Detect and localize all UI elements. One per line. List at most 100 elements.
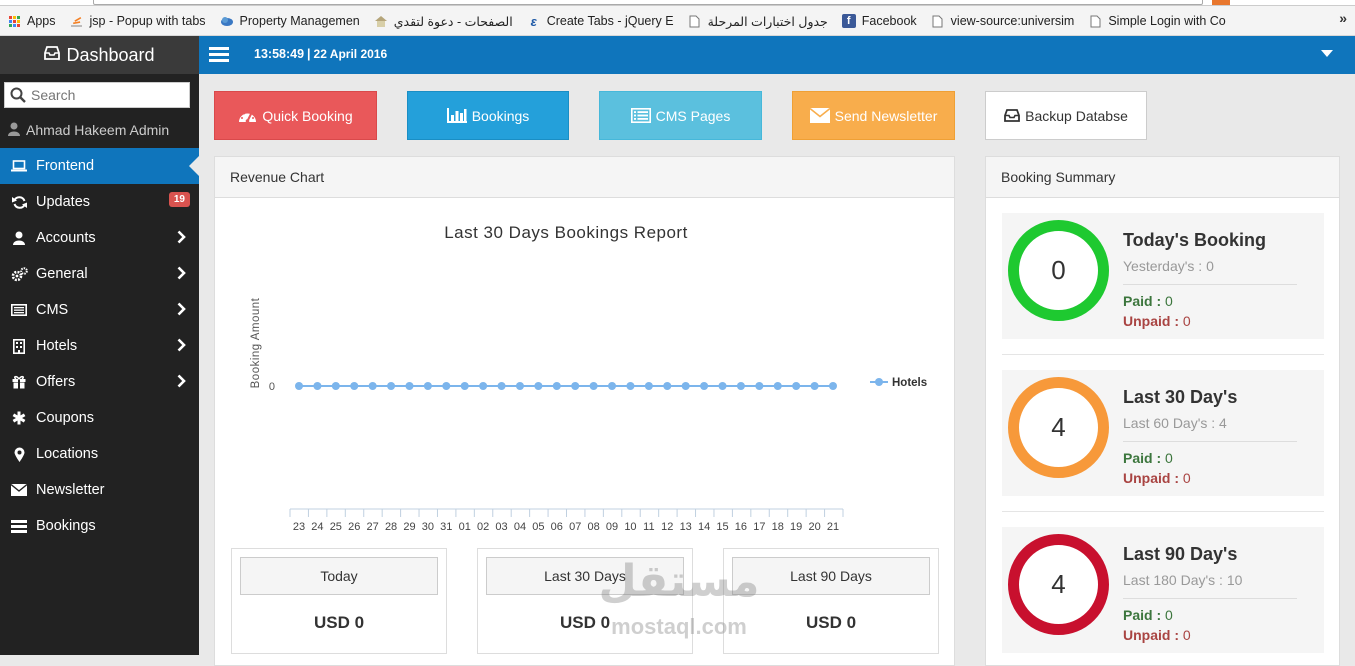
data-point: [350, 382, 359, 390]
bookmark-create-tabs[interactable]: ε Create Tabs - jQuery E: [527, 13, 674, 29]
x-tick-label: 20: [808, 521, 820, 533]
asterisk-icon: [10, 411, 28, 425]
send-newsletter-label: Send Newsletter: [834, 107, 938, 124]
bookings-label: Bookings: [471, 107, 530, 124]
current-date: 22 April 2016: [313, 47, 388, 61]
bookmark-apps[interactable]: Apps: [7, 14, 56, 28]
sidebar-item-coupons[interactable]: Coupons: [0, 400, 199, 436]
bookmark-arabic-invite[interactable]: الصفحات - دعوة لتقدي: [374, 14, 513, 29]
revenue-panel-title: Revenue Chart: [215, 157, 954, 198]
data-point: [460, 382, 469, 390]
hamburger-menu-icon[interactable]: [209, 47, 229, 68]
sidebar-item-label: Frontend: [36, 158, 95, 174]
brand-title: Dashboard: [66, 44, 155, 65]
summary-separator: [1002, 354, 1324, 355]
data-point: [589, 382, 598, 390]
search-input[interactable]: [31, 87, 181, 103]
sidebar-item-label: Coupons: [36, 410, 95, 426]
x-tick-label: 11: [643, 521, 654, 533]
data-point: [423, 382, 432, 390]
bookmark-property-management[interactable]: Property Managemen: [220, 14, 360, 28]
x-tick-label: 14: [698, 521, 710, 533]
stackoverflow-icon: [70, 14, 84, 28]
unpaid-row: Unpaid : 0: [1123, 470, 1191, 486]
list-alt-icon: [630, 108, 651, 123]
top-navbar: 13:58:49 | 22 April 2016: [199, 36, 1355, 74]
quick-booking-button[interactable]: Quick Booking: [214, 91, 377, 140]
x-tick-label: 21: [827, 521, 839, 533]
updates-count-badge: 19: [168, 192, 190, 207]
legend-marker-hotels: [875, 378, 883, 386]
sidebar-item-newsletter[interactable]: Newsletter: [0, 472, 199, 508]
x-tick-label: 10: [624, 521, 636, 533]
time-date-separator: |: [307, 47, 311, 61]
sidebar-item-label: Locations: [36, 446, 99, 462]
chevron-right-icon: [177, 302, 186, 320]
extension-icon[interactable]: [1212, 0, 1230, 5]
bookmark-exam-schedule[interactable]: جدول اختبارات المرحلة: [688, 14, 828, 29]
paid-value: 0: [1165, 293, 1173, 309]
sidebar-item-offers[interactable]: Offers: [0, 364, 199, 400]
x-tick-label: 29: [403, 521, 415, 533]
facebook-icon: f: [841, 14, 856, 28]
summary-card-today: 0 Today's Booking Yesterday's : 0 Paid :…: [1002, 213, 1324, 339]
bookmark-label: Facebook: [861, 14, 917, 28]
bookmark-facebook[interactable]: f Facebook: [841, 14, 917, 28]
user-dropdown-caret-icon[interactable]: [1321, 50, 1333, 57]
data-point: [571, 382, 580, 390]
e-logo-icon: ε: [530, 13, 537, 29]
sidebar-item-updates[interactable]: Updates 19: [0, 184, 199, 220]
page-icon: [1088, 14, 1102, 28]
sidebar-brand[interactable]: Dashboard: [0, 36, 199, 74]
revenue-chart: Last 30 Days Bookings Report Booking Amo…: [215, 199, 954, 544]
address-bar[interactable]: [93, 0, 1203, 5]
bookmark-label: view-source:universim: [950, 14, 1075, 28]
cms-pages-button[interactable]: CMS Pages: [599, 91, 762, 140]
summary-panel-title: Booking Summary: [986, 157, 1339, 198]
unpaid-label: Unpaid :: [1123, 313, 1179, 329]
bookmark-simple-login[interactable]: Simple Login with Co: [1088, 14, 1226, 28]
unpaid-value: 0: [1182, 627, 1191, 643]
bookmark-view-source[interactable]: view-source:universim: [931, 14, 1075, 28]
x-tick-label: 09: [606, 521, 618, 533]
unpaid-label: Unpaid :: [1123, 470, 1179, 486]
x-tick-label: 07: [569, 521, 581, 533]
bookmarks-bar: Apps jsp - Popup with tabs Property Mana…: [0, 0, 1355, 36]
x-tick-label: 12: [661, 521, 673, 533]
chart-y-axis-label: Booking Amount: [250, 297, 262, 388]
x-tick-label: 19: [790, 521, 802, 533]
unpaid-value: 0: [1182, 470, 1191, 486]
sidebar-user[interactable]: Ahmad Hakeem Admin: [0, 112, 199, 148]
sidebar-item-accounts[interactable]: Accounts: [0, 220, 199, 256]
paid-label: Paid :: [1123, 450, 1162, 466]
sidebar-search[interactable]: [4, 82, 190, 108]
chart-title: Last 30 Days Bookings Report: [444, 223, 688, 242]
chart-legend[interactable]: Hotels: [870, 377, 927, 389]
backup-database-button[interactable]: Backup Databse: [985, 91, 1147, 140]
sidebar-item-cms[interactable]: CMS: [0, 292, 199, 328]
bookmarks-list: Apps jsp - Popup with tabs Property Mana…: [0, 10, 1240, 32]
bookmarks-overflow-button[interactable]: »: [1339, 10, 1347, 26]
data-point: [773, 382, 782, 390]
x-tick-label: 06: [551, 521, 563, 533]
dashboard-gauge-icon: [238, 108, 257, 123]
inbox-icon: [44, 46, 61, 64]
data-point: [792, 382, 801, 390]
bookmark-popup-tabs[interactable]: jsp - Popup with tabs: [70, 14, 206, 28]
sidebar-item-general[interactable]: General: [0, 256, 199, 292]
legend-label-hotels: Hotels: [892, 377, 927, 389]
stat-label: Last 90 Days: [732, 557, 930, 595]
bookmark-label: Apps: [27, 14, 56, 28]
sidebar-item-locations[interactable]: Locations: [0, 436, 199, 472]
sidebar-item-hotels[interactable]: Hotels: [0, 328, 199, 364]
x-tick-label: 17: [753, 521, 765, 533]
send-newsletter-button[interactable]: Send Newsletter: [792, 91, 955, 140]
active-indicator: [189, 156, 199, 176]
data-point: [497, 382, 506, 390]
bookings-button[interactable]: Bookings: [407, 91, 569, 140]
data-point: [663, 382, 672, 390]
sidebar-item-bookings[interactable]: Bookings: [0, 508, 199, 544]
paid-row: Paid : 0: [1123, 607, 1173, 623]
sidebar-item-frontend[interactable]: Frontend: [0, 148, 199, 184]
sidebar-item-label: General: [36, 266, 88, 282]
